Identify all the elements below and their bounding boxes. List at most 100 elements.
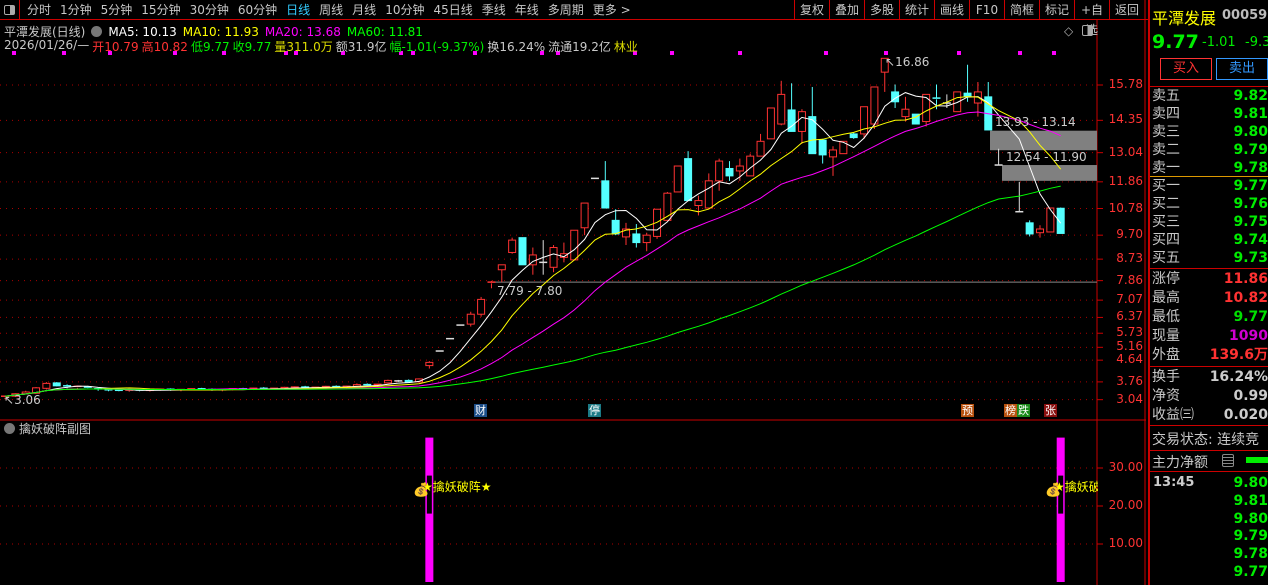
y-tick-label: 9.70 xyxy=(1116,227,1143,242)
row-label: 买五 xyxy=(1152,250,1180,266)
tab-period[interactable]: 季线 xyxy=(482,1,506,18)
fin-row: 收益㈢ 0.020 xyxy=(1152,406,1268,424)
tab-period[interactable]: 更多 > xyxy=(593,1,631,18)
toolbar-button[interactable]: 画线 xyxy=(934,0,969,20)
y-tick-label: 11.86 xyxy=(1108,173,1143,188)
y-tick-label: 14.35 xyxy=(1108,112,1143,127)
toolbar-button[interactable]: 叠加 xyxy=(829,0,864,20)
tab-period[interactable]: 5分钟 xyxy=(101,1,133,18)
tab-period[interactable]: 周线 xyxy=(319,1,343,18)
signal-dot xyxy=(670,51,674,55)
y-tick-label: 6.37 xyxy=(1116,309,1143,324)
gap-label: 7.79 - 7.80 xyxy=(497,284,563,298)
candle-body xyxy=(673,165,682,193)
candle-body xyxy=(829,149,837,158)
tab-period[interactable]: 多周期 xyxy=(548,1,584,18)
row-value: 0.99 xyxy=(1233,388,1268,404)
candle-body xyxy=(580,202,589,229)
row-value: 9.78 xyxy=(1233,546,1268,563)
dropdown-icon[interactable] xyxy=(4,423,15,434)
candle-body xyxy=(632,233,641,244)
y-tick-label: 10.78 xyxy=(1108,200,1143,215)
event-marker[interactable]: 张 xyxy=(1044,404,1057,417)
candle-body xyxy=(1056,207,1065,234)
event-marker[interactable]: 预 xyxy=(961,404,974,417)
tab-period[interactable]: 月线 xyxy=(352,1,376,18)
event-marker[interactable]: 榜 xyxy=(1004,404,1017,417)
y-tick-label: 7.07 xyxy=(1116,292,1143,307)
toolbar-button[interactable]: 统计 xyxy=(899,0,934,20)
candle-body xyxy=(466,313,475,325)
tick-time: 13:45 xyxy=(1153,475,1195,490)
row-label: 买二 xyxy=(1152,196,1180,212)
kline-chart[interactable] xyxy=(0,0,1268,585)
bid-row: 买三 9.75 xyxy=(1152,213,1268,231)
dropdown-icon[interactable] xyxy=(91,26,103,37)
candle-body xyxy=(1036,228,1044,234)
candle-body xyxy=(953,91,962,113)
tab-period[interactable]: 10分钟 xyxy=(385,1,424,18)
tab-period[interactable]: 日线 xyxy=(286,1,310,18)
stat-row: 现量 1090 xyxy=(1152,327,1268,345)
bid-row: 买五 9.73 xyxy=(1152,249,1268,267)
toolbar-button[interactable]: 返回 xyxy=(1109,0,1144,20)
open: 开10.79 xyxy=(92,40,139,54)
ask-row: 卖五 9.82 xyxy=(1152,87,1268,105)
float-cap: 流通19.2亿 xyxy=(548,40,611,54)
list-icon[interactable] xyxy=(1222,454,1234,467)
quote-panel: 平潭发展 000592 9.77 -1.01 -9.37 买入 卖出 卖五 9.8… xyxy=(1148,0,1268,585)
panel-toggle-icon[interactable] xyxy=(0,0,20,20)
toolbar-button[interactable]: 标记 xyxy=(1039,0,1074,20)
y-tick-label: 5.73 xyxy=(1116,325,1143,340)
fin-row: 净资 0.99 xyxy=(1152,387,1268,405)
toolbar-button[interactable]: +自选 xyxy=(1074,0,1109,37)
candle-body xyxy=(922,93,931,123)
toolbar-button[interactable]: F10 xyxy=(969,0,1004,20)
turnover: 换16.24% xyxy=(487,40,546,54)
quote-line: 2026/01/26/— 开10.79 高10.82 低9.77 收9.77 量… xyxy=(4,38,638,55)
candle-body xyxy=(477,298,486,315)
candle-body xyxy=(756,140,765,157)
candle-body xyxy=(797,111,806,132)
diamond-icon[interactable]: ◇ xyxy=(1064,24,1073,38)
y-tick-label: 3.04 xyxy=(1116,391,1143,406)
stat-row: 涨停 11.86 xyxy=(1152,270,1268,288)
fin-row: 换手 16.24% xyxy=(1152,368,1268,386)
tab-period[interactable]: 分时 xyxy=(27,1,51,18)
stock-name: 平潭发展 xyxy=(1152,9,1217,28)
candle-body xyxy=(684,158,693,202)
event-marker[interactable]: 跌 xyxy=(1017,404,1030,417)
tab-period[interactable]: 60分钟 xyxy=(238,1,277,18)
tab-period[interactable]: 30分钟 xyxy=(190,1,229,18)
row-value: 9.77 xyxy=(1233,178,1268,194)
candle-body xyxy=(766,107,775,140)
toolbar-button[interactable]: 复权 xyxy=(794,0,829,20)
sell-button[interactable]: 卖出 xyxy=(1216,58,1268,80)
ma20-value: MA20: 13.68 xyxy=(264,24,341,39)
toolbar-button[interactable]: 简框 xyxy=(1004,0,1039,20)
ask-row: 卖一 9.78 xyxy=(1152,159,1268,177)
tab-period[interactable]: 15分钟 xyxy=(141,1,180,18)
panel-icon[interactable] xyxy=(1082,25,1093,36)
row-value: 1090 xyxy=(1229,328,1268,344)
stat-row: 最低 9.77 xyxy=(1152,308,1268,326)
money-bag-icon: 💰 xyxy=(1045,483,1062,498)
tab-period[interactable]: 年线 xyxy=(515,1,539,18)
ma5-value: MA5: 10.13 xyxy=(108,24,177,39)
candle-body xyxy=(549,247,558,268)
sub-y-tick-label: 10.00 xyxy=(1108,536,1143,550)
tab-period[interactable]: 45日线 xyxy=(433,1,472,18)
row-label: 现量 xyxy=(1152,328,1180,344)
gap-label: 13.93 - 13.14 xyxy=(995,115,1076,129)
row-value: 0.020 xyxy=(1223,407,1268,423)
row-label: 买四 xyxy=(1152,232,1180,248)
row-label: 净资 xyxy=(1152,388,1180,404)
candle-body xyxy=(818,139,827,156)
tab-period[interactable]: 1分钟 xyxy=(60,1,92,18)
row-value: 9.80 xyxy=(1233,124,1268,140)
event-marker[interactable]: 停 xyxy=(588,404,601,417)
trade-status: 交易状态: 连续竞 xyxy=(1152,432,1260,448)
event-marker[interactable]: 财 xyxy=(474,404,487,417)
toolbar-button[interactable]: 多股 xyxy=(864,0,899,20)
buy-button[interactable]: 买入 xyxy=(1160,58,1212,80)
